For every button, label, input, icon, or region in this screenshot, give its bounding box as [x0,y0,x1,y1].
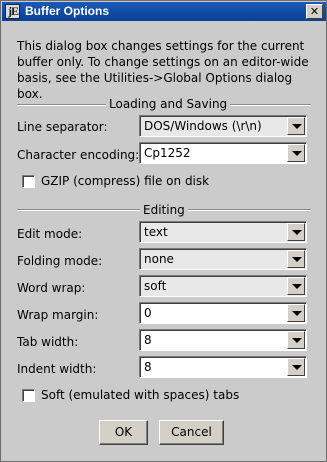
close-button[interactable]: ✕ [306,4,323,19]
folding-mode-label: Folding mode: [17,254,103,268]
gzip-checkbox[interactable] [22,175,35,188]
editing-group-title: Editing [140,203,188,217]
app-icon: jE [5,4,20,19]
chevron-down-icon[interactable] [287,117,305,135]
gzip-checkbox-label[interactable]: GZIP (compress) file on disk [41,174,209,188]
line-separator-select[interactable]: DOS/Windows (\r\n) [139,115,307,137]
edit-mode-label: Edit mode: [17,227,83,241]
folding-mode-value: none [144,252,174,266]
tab-width-label: Tab width: [17,335,79,349]
ok-button[interactable]: OK [99,420,148,445]
indent-width-combo[interactable]: 8 [139,356,307,378]
chevron-down-icon[interactable] [287,358,305,376]
indent-width-label: Indent width: [17,362,97,376]
word-wrap-value: soft [144,279,167,293]
tab-width-value: 8 [144,333,152,347]
buffer-options-dialog: jE Buffer Options ✕ This dialog box chan… [0,0,327,462]
tab-width-combo[interactable]: 8 [139,329,307,351]
line-separator-value: DOS/Windows (\r\n) [144,119,262,133]
wrap-margin-label: Wrap margin: [17,308,99,322]
character-encoding-combo[interactable]: Cp1252 [139,142,307,164]
line-separator-label: Line separator: [17,120,108,134]
window-title: Buffer Options [25,4,109,18]
cancel-button[interactable]: Cancel [159,420,224,445]
soft-tabs-checkbox-label[interactable]: Soft (emulated with spaces) tabs [41,388,239,402]
character-encoding-value: Cp1252 [144,146,191,160]
close-icon: ✕ [309,5,320,18]
title-bar[interactable]: jE Buffer Options ✕ [2,2,326,21]
chevron-down-icon[interactable] [287,277,305,295]
word-wrap-select[interactable]: soft [139,275,307,297]
word-wrap-label: Word wrap: [17,281,86,295]
folding-mode-select[interactable]: none [139,248,307,270]
wrap-margin-value: 0 [144,306,152,320]
edit-mode-select[interactable]: text [139,221,307,243]
edit-mode-value: text [144,225,168,239]
chevron-down-icon[interactable] [287,304,305,322]
chevron-down-icon[interactable] [287,250,305,268]
chevron-down-icon[interactable] [287,223,305,241]
wrap-margin-combo[interactable]: 0 [139,302,307,324]
chevron-down-icon[interactable] [287,144,305,162]
dialog-description: This dialog box changes settings for the… [17,39,309,101]
chevron-down-icon[interactable] [287,331,305,349]
loading-group-title: Loading and Saving [106,97,231,111]
app-icon-glyph: jE [8,4,19,18]
indent-width-value: 8 [144,360,152,374]
soft-tabs-checkbox[interactable] [22,389,35,402]
character-encoding-label: Character encoding: [17,148,140,162]
